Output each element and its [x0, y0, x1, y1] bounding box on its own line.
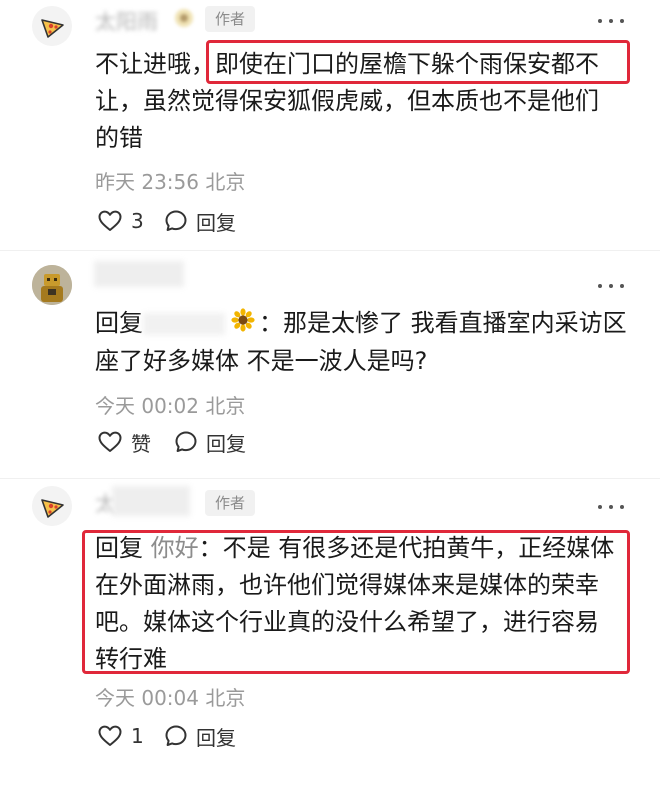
- timestamp: 昨天 23:56 北京: [95, 170, 246, 194]
- avatar[interactable]: [32, 265, 72, 305]
- timestamp: 今天 00:02 北京: [95, 394, 246, 418]
- username[interactable]: 太阳雨: [95, 6, 158, 36]
- more-dots-icon[interactable]: [598, 504, 626, 512]
- comment-item: 太阳雨 作者 不让进哦，即使在门口的屋檐下躲个雨保安都不 让，虽然觉得保安狐假虎…: [0, 0, 660, 255]
- comment-bubble-icon: [175, 431, 197, 452]
- more-dots-icon[interactable]: [598, 18, 626, 26]
- comment-item: 太 作者 回复 你好：不是 有很多还是代拍黄牛，正经媒体 在外面淋雨，也许他们觉…: [0, 480, 660, 786]
- divider: [0, 478, 660, 479]
- sunflower-icon: [172, 6, 196, 34]
- author-tag: 作者: [205, 490, 256, 516]
- heart-icon: [98, 210, 122, 231]
- reply-label: 回复: [196, 210, 236, 235]
- reply-prefix: 回复: [95, 309, 143, 337]
- username-redacted: [112, 486, 190, 516]
- reply-label: 回复: [196, 725, 236, 750]
- comment-bubble-icon: [165, 210, 187, 231]
- reply-target-redacted: [143, 313, 225, 335]
- like-count: 3: [131, 209, 144, 233]
- reply-button[interactable]: 回复: [174, 427, 246, 457]
- heart-icon: [98, 431, 122, 452]
- username-redacted: [94, 261, 184, 287]
- author-tag: 作者: [205, 6, 256, 32]
- reply-label: 回复: [206, 431, 246, 456]
- like-button[interactable]: 1: [97, 721, 144, 751]
- pizza-icon: [32, 486, 72, 526]
- comment-text-plain: ：那是太惨了 我看直播室内采访区: [259, 309, 627, 337]
- sunflower-icon: [231, 306, 255, 343]
- like-label: 赞: [131, 431, 151, 456]
- comment-text-line: 让，虽然觉得保安狐假虎威，但本质也不是他们: [95, 87, 599, 115]
- comment-text-line: 座了好多媒体 不是一波人是吗?: [95, 346, 428, 375]
- pizza-icon: [32, 6, 72, 46]
- like-count: 1: [131, 724, 144, 748]
- comment-text-plain: 不让进哦，: [95, 50, 215, 78]
- like-button[interactable]: 3: [97, 206, 144, 236]
- avatar[interactable]: [32, 6, 72, 46]
- heart-icon: [98, 725, 122, 746]
- robot-avatar-icon: [32, 265, 72, 305]
- highlight-box: [206, 40, 630, 84]
- avatar[interactable]: [32, 486, 72, 526]
- comment-bubble-icon: [165, 725, 187, 746]
- reply-button[interactable]: 回复: [164, 206, 236, 236]
- reply-button[interactable]: 回复: [164, 721, 236, 751]
- comment-text: 回复 ：那是太惨了 我看直播室内采访区 座了好多媒体 不是一波人是吗?: [95, 305, 640, 380]
- highlight-box: [82, 530, 630, 674]
- divider: [0, 250, 660, 251]
- timestamp: 今天 00:04 北京: [95, 686, 246, 710]
- comment-text-line: 的错: [95, 124, 143, 152]
- like-button[interactable]: 赞: [97, 427, 151, 457]
- more-dots-icon[interactable]: [598, 283, 626, 291]
- comment-item: 回复 ：那是太惨了 我看直播室内采访区 座了好多媒体 不是一波人是吗? 今天 0…: [0, 255, 660, 480]
